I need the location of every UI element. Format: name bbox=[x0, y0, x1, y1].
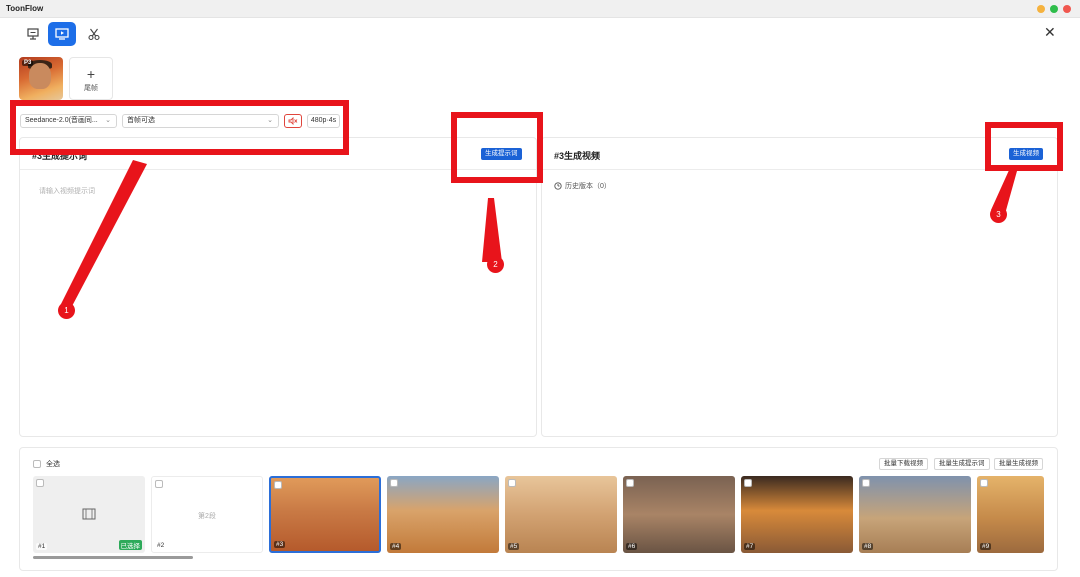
segment-label: 第2段 bbox=[198, 513, 216, 520]
clip-card[interactable]: #4 bbox=[387, 476, 499, 553]
clip-number: #3 bbox=[274, 541, 286, 548]
clip-card[interactable]: #3 bbox=[269, 476, 381, 553]
clip-number: #5 bbox=[508, 543, 520, 550]
annotation-number-2: 2 bbox=[487, 256, 504, 273]
clip-checkbox[interactable] bbox=[274, 481, 282, 489]
clip-checkbox[interactable] bbox=[390, 479, 398, 487]
clip-number: #7 bbox=[744, 543, 756, 550]
annotation-number-1: 1 bbox=[58, 302, 75, 319]
selected-badge: 已选择 bbox=[118, 540, 142, 550]
clip-checkbox[interactable] bbox=[36, 479, 44, 487]
clip-number: #1 bbox=[36, 543, 48, 550]
select-all-checkbox[interactable] bbox=[33, 460, 41, 468]
clip-card[interactable]: #7 bbox=[741, 476, 853, 553]
clip-number: #2 bbox=[155, 542, 167, 549]
annotation-number-3: 3 bbox=[990, 206, 1007, 223]
clip-checkbox[interactable] bbox=[980, 479, 988, 487]
clip-number: #6 bbox=[626, 543, 638, 550]
clip-card[interactable]: #9 bbox=[977, 476, 1044, 553]
clip-number: #4 bbox=[390, 543, 402, 550]
clip-checkbox[interactable] bbox=[155, 480, 163, 488]
clip-card[interactable]: #5 bbox=[505, 476, 617, 553]
batch-generate-video-button[interactable]: 批量生成视频 bbox=[994, 458, 1043, 470]
batch-generate-prompt-button[interactable]: 批量生成提示词 bbox=[934, 458, 990, 470]
batch-download-video-button[interactable]: 批量下载视频 bbox=[879, 458, 928, 470]
clip-checkbox[interactable] bbox=[626, 479, 634, 487]
clip-strip-scrollbar[interactable] bbox=[33, 556, 193, 559]
select-all[interactable]: 全选 bbox=[33, 459, 60, 469]
clip-number: #8 bbox=[862, 543, 874, 550]
select-all-label: 全选 bbox=[46, 461, 60, 468]
clip-checkbox[interactable] bbox=[862, 479, 870, 487]
clip-card[interactable]: #6 bbox=[623, 476, 735, 553]
clip-checkbox[interactable] bbox=[744, 479, 752, 487]
clip-number: #9 bbox=[980, 543, 992, 550]
film-frame-icon bbox=[82, 508, 96, 520]
clip-card[interactable]: #8 bbox=[859, 476, 971, 553]
clip-card[interactable]: 第2段 #2 bbox=[151, 476, 263, 553]
clip-card[interactable]: #1 已选择 bbox=[33, 476, 145, 553]
clip-checkbox[interactable] bbox=[508, 479, 516, 487]
